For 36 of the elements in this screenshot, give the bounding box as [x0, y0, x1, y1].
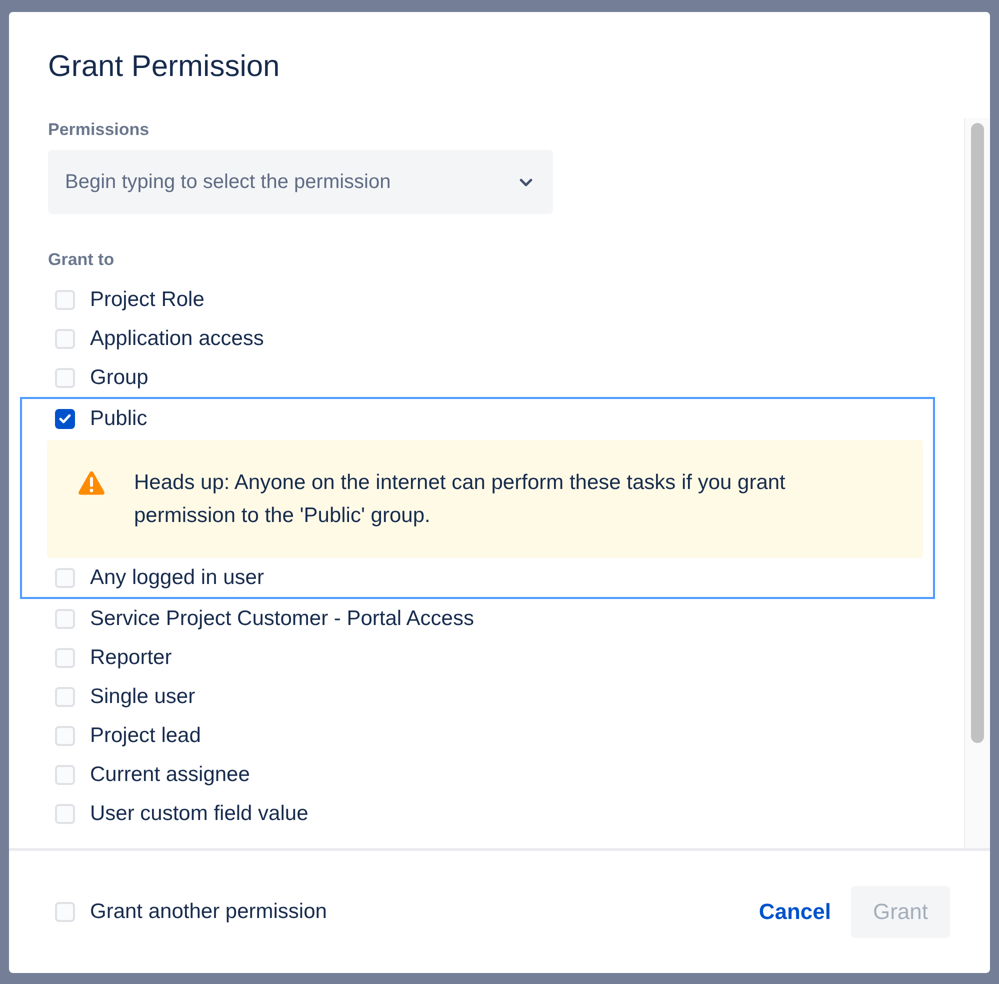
- option-label: Any logged in user: [90, 566, 264, 590]
- option-label: Grant another permission: [90, 900, 327, 924]
- checkbox[interactable]: [55, 368, 75, 388]
- option-label: User custom field value: [90, 802, 308, 826]
- checkbox[interactable]: [55, 902, 75, 922]
- field-label: Grant to: [48, 250, 116, 270]
- checkbox[interactable]: [55, 290, 75, 310]
- checkbox[interactable]: [55, 608, 75, 628]
- option-label: Reporter: [90, 646, 172, 670]
- permission-select[interactable]: Begin typing to select the permission: [48, 150, 553, 214]
- checkbox[interactable]: [55, 648, 75, 668]
- option-label: Project Role: [90, 288, 204, 312]
- scrollbar-thumb[interactable]: [971, 123, 984, 743]
- chevron-down-icon: [519, 178, 533, 186]
- option-label: Current assignee: [90, 762, 250, 786]
- checkbox[interactable]: [55, 764, 75, 784]
- option-label: Project lead: [90, 724, 201, 748]
- field-label: Permissions: [48, 120, 150, 140]
- dialog-title: Grant Permission: [47, 49, 281, 85]
- option-label: Public: [90, 406, 148, 430]
- cancel-button[interactable]: Cancel: [738, 899, 851, 925]
- placeholder: Begin typing to select the permission: [65, 170, 391, 194]
- checkbox[interactable]: [55, 686, 75, 706]
- option-label: Single user: [90, 684, 196, 708]
- option-label: Application access: [90, 326, 264, 350]
- warning-icon: [78, 470, 105, 495]
- scrollbar[interactable]: [964, 118, 990, 848]
- checkbox[interactable]: [55, 408, 75, 428]
- checkmark-icon: [59, 414, 71, 424]
- checkbox[interactable]: [55, 568, 75, 588]
- checkbox[interactable]: [55, 726, 75, 746]
- checkbox[interactable]: [55, 328, 75, 348]
- checkbox[interactable]: [55, 804, 75, 824]
- warning-message: Heads up: Anyone on the internet can perform these tasks if you grant permission to the 'Public' group.: [47, 440, 923, 558]
- option-label: Service Project Customer - Portal Access: [90, 606, 474, 630]
- option-label: Group: [90, 366, 148, 390]
